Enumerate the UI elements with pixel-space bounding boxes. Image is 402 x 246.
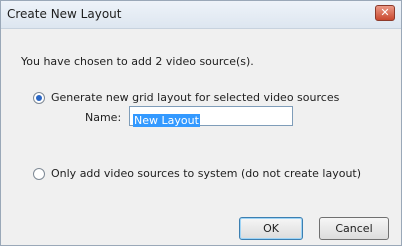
name-label: Name: — [85, 111, 122, 124]
title-bar[interactable]: Create New Layout ✕ — [1, 1, 401, 29]
cancel-button[interactable]: Cancel — [319, 217, 389, 240]
option-grid-layout[interactable]: Generate new grid layout for selected vi… — [33, 91, 339, 104]
option-only-add-label: Only add video sources to system (do not… — [51, 167, 362, 180]
name-input[interactable]: New Layout — [129, 106, 293, 127]
ok-button[interactable]: OK — [239, 217, 303, 240]
radio-only-add[interactable] — [33, 167, 45, 180]
dialog-content: You have chosen to add 2 video source(s)… — [1, 29, 401, 245]
radio-grid-layout[interactable] — [33, 91, 45, 104]
close-button[interactable]: ✕ — [375, 5, 395, 21]
name-input-value: New Layout — [133, 114, 200, 127]
option-grid-layout-label: Generate new grid layout for selected vi… — [51, 91, 340, 104]
info-message: You have chosen to add 2 video source(s)… — [21, 55, 254, 68]
dialog-window: Create New Layout ✕ You have chosen to a… — [0, 0, 402, 246]
close-icon: ✕ — [380, 6, 390, 19]
option-only-add[interactable]: Only add video sources to system (do not… — [33, 167, 361, 180]
window-title: Create New Layout — [7, 7, 122, 21]
